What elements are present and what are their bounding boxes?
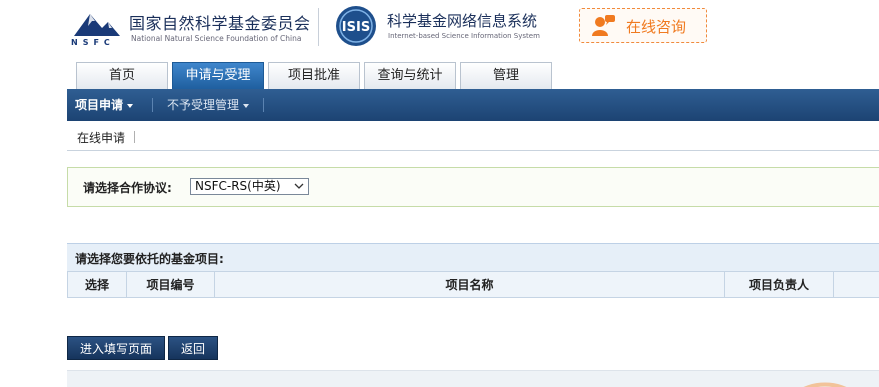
- footer-band: [67, 370, 879, 387]
- nsfc-logo: NSFC: [71, 14, 120, 46]
- protocol-selected-value: NSFC-RS(中英): [195, 179, 281, 193]
- online-consult-button[interactable]: 在线咨询: [579, 8, 707, 43]
- tab-home[interactable]: 首页: [76, 62, 168, 89]
- online-consult-label: 在线咨询: [626, 18, 687, 36]
- chat-person-icon: [592, 15, 615, 36]
- enter-form-button[interactable]: 进入填写页面: [67, 336, 165, 360]
- system-subtitle: Internet-based Science Information Syste…: [388, 32, 540, 40]
- system-name: 科学基金网络信息系统: [387, 12, 538, 30]
- header: NSFC 国家自然科学基金委员会 National Natural Scienc…: [0, 0, 879, 62]
- nav-rejection-management[interactable]: 不予受理管理: [167, 89, 250, 121]
- sub-navbar: 项目申请 不予受理管理: [67, 89, 879, 121]
- chevron-down-icon: [294, 183, 304, 189]
- project-table-header: 请选择您要依托的基金项目:: [67, 243, 879, 271]
- decorative-arc: [803, 382, 847, 387]
- project-table-title: 请选择您要依托的基金项目:: [75, 252, 224, 266]
- nav-separator: [263, 98, 264, 112]
- nav-rejection-management-label: 不予受理管理: [167, 98, 240, 112]
- nav-project-application[interactable]: 项目申请: [75, 89, 134, 121]
- tab-application-acceptance[interactable]: 申请与受理: [172, 62, 264, 89]
- column-header-project-leader: 项目负责人: [725, 272, 834, 298]
- subnav-online-application[interactable]: 在线申请: [77, 129, 125, 146]
- isis-logo-text: ISIS: [342, 20, 370, 35]
- protocol-label: 请选择合作协议:: [83, 181, 172, 195]
- caret-down-icon: [243, 103, 250, 108]
- column-header-project-name: 项目名称: [215, 272, 725, 298]
- secondary-nav: 在线申请: [67, 121, 879, 151]
- nav-separator: [152, 98, 153, 112]
- tab-project-approval[interactable]: 项目批准: [268, 62, 360, 89]
- org-name: 国家自然科学基金委员会: [129, 14, 311, 33]
- column-header-project-number: 项目编号: [127, 272, 215, 298]
- protocol-select[interactable]: NSFC-RS(中英): [190, 178, 309, 195]
- org-subtitle: National Natural Science Foundation of C…: [131, 34, 302, 43]
- page: NSFC 国家自然科学基金委员会 National Natural Scienc…: [0, 0, 879, 387]
- nsfc-logo-text: NSFC: [71, 38, 115, 46]
- tab-management[interactable]: 管理: [460, 62, 552, 89]
- protocol-panel: 请选择合作协议: NSFC-RS(中英): [67, 167, 879, 207]
- column-header-select: 选择: [67, 272, 127, 298]
- project-table-columns: 选择 项目编号 项目名称 项目负责人: [67, 271, 879, 298]
- header-divider: [318, 8, 319, 46]
- nav-project-application-label: 项目申请: [75, 98, 124, 112]
- back-button[interactable]: 返回: [168, 336, 218, 360]
- tab-query-statistics[interactable]: 查询与统计: [364, 62, 456, 89]
- isis-logo: ISIS: [336, 6, 376, 46]
- subnav-separator: [134, 131, 135, 143]
- caret-down-icon: [127, 103, 134, 108]
